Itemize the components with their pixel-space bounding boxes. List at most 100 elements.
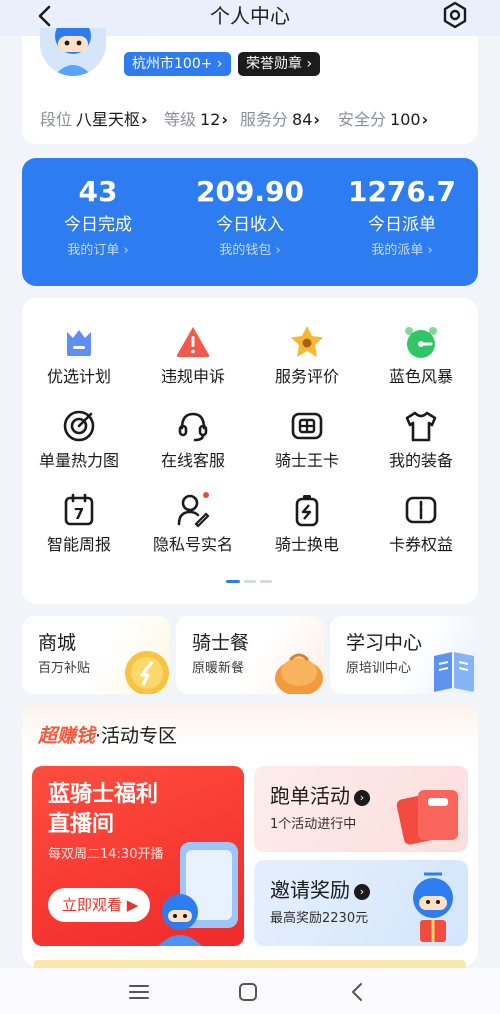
page-title: 个人中心 <box>210 4 290 28</box>
grid-item-violation-appeal[interactable]: 违规申诉 <box>136 324 250 404</box>
invite-reward-card[interactable]: 邀请奖励 › 最高奖励2230元 <box>254 860 468 946</box>
today-completed[interactable]: 43 今日完成 我的订单 › <box>22 158 174 260</box>
crown-icon <box>67 330 91 356</box>
chevron-right-icon: › <box>141 110 148 129</box>
grid-item-service-rating[interactable]: 服务评价 <box>250 324 364 404</box>
page-dot <box>244 580 256 583</box>
stat-rank[interactable]: 段位 八星天枢› <box>40 108 148 132</box>
grid-label: 优选计划 <box>46 367 111 386</box>
today-income[interactable]: 209.90 今日收入 我的钱包 › <box>174 158 326 260</box>
grid-item-weekly-report[interactable]: 7 智能周报 <box>22 492 136 572</box>
stat-key: 服务分 <box>240 110 289 129</box>
next-card-peek <box>34 960 466 968</box>
my-wallet-link[interactable]: 我的钱包 › <box>174 242 326 260</box>
promo-title: 学习中心 <box>346 632 423 654</box>
stat-key: 段位 <box>40 110 73 129</box>
promo-title: 商城 <box>38 632 77 654</box>
activity-title-highlight: 超赚钱 <box>38 725 96 747</box>
grid-item-battery-swap[interactable]: 骑士换电 <box>250 492 364 572</box>
grid-label: 蓝色风暴 <box>388 367 453 386</box>
live-title-line2: 直播间 <box>48 812 115 837</box>
avatar[interactable] <box>40 28 106 76</box>
chevron-right-circle-icon: › <box>354 790 370 806</box>
stat-key: 等级 <box>164 110 197 129</box>
chevron-right-icon: › <box>421 110 429 129</box>
today-summary-card: 43 今日完成 我的订单 › 209.90 今日收入 我的钱包 › 1276.7… <box>22 158 478 286</box>
profile-card: 杭州市100+ › 荣誉勋章 › 段位 八星天枢› 等级 12› 服务分 84› 安全… <box>22 28 478 144</box>
promo-knight-meal[interactable]: 骑士餐 原暖新餐 <box>176 616 324 694</box>
grid-label: 单量热力图 <box>38 451 119 470</box>
back-icon[interactable] <box>346 980 370 1004</box>
star-icon <box>291 326 323 357</box>
grid-label: 骑士王卡 <box>274 451 339 470</box>
city-rank-badge[interactable]: 杭州市100+ › <box>124 52 231 76</box>
promo-title: 骑士餐 <box>192 632 250 654</box>
target-icon <box>63 410 95 442</box>
today-label: 今日完成 <box>64 215 132 235</box>
grid-item-online-service[interactable]: 在线客服 <box>136 408 250 488</box>
today-label: 今日收入 <box>216 215 284 235</box>
honor-medal-badge[interactable]: 荣誉勋章 › <box>238 52 321 76</box>
meal-bun-icon <box>275 653 323 694</box>
function-grid: 优选计划 违规申诉 服务评价 蓝色风暴 单量热力图 在线客服 骑士王卡 我的装备… <box>22 298 478 604</box>
promo-subtitle: 百万补贴 <box>38 661 91 676</box>
grid-item-heatmap[interactable]: 单量热力图 <box>22 408 136 488</box>
run-activity-title-text: 跑单活动 <box>270 784 350 808</box>
system-nav-bar <box>0 968 500 1014</box>
today-label: 今日派单 <box>368 215 436 235</box>
grid-label: 服务评价 <box>274 367 339 386</box>
page-indicator <box>226 580 276 584</box>
stat-value: 100 <box>390 110 421 129</box>
stat-safety-score[interactable]: 安全分 100› <box>338 108 428 132</box>
invite-reward-title-text: 邀请奖励 <box>270 878 350 902</box>
live-title-line1: 蓝骑士福利 <box>48 782 159 807</box>
stat-value: 84 <box>292 110 313 129</box>
stat-key: 安全分 <box>338 110 387 129</box>
live-schedule: 每双周二14:30开播 <box>48 847 164 862</box>
grid-item-knight-card[interactable]: 骑士王卡 <box>250 408 364 488</box>
grid-label: 智能周报 <box>46 535 111 554</box>
red-envelope-icon <box>396 790 458 845</box>
chevron-right-icon: › <box>313 110 320 129</box>
grid-item-blue-storm[interactable]: 蓝色风暴 <box>364 324 478 404</box>
stat-value: 12 <box>200 110 221 129</box>
book-icon <box>434 652 474 692</box>
page-dot <box>260 580 272 583</box>
grid-label: 违规申诉 <box>160 367 225 386</box>
my-dispatch-link[interactable]: 我的派单 › <box>326 242 478 260</box>
recent-apps-icon[interactable] <box>127 980 151 1004</box>
stat-level[interactable]: 等级 12› <box>164 108 228 132</box>
grid-item-priority-plan[interactable]: 优选计划 <box>22 324 136 404</box>
calendar-day: 7 <box>74 505 84 523</box>
watch-now-button[interactable]: 立即观看 ▶ <box>48 888 150 922</box>
promo-learning-center[interactable]: 学习中心 原培训中心 <box>330 616 478 694</box>
activity-title-text: ·活动专区 <box>95 725 178 747</box>
mall-coin-icon <box>125 651 169 694</box>
rider-mascot-illustration <box>158 842 238 946</box>
shirt-icon <box>405 411 437 442</box>
promo-mall[interactable]: 商城 百万补贴 <box>22 616 170 694</box>
grid-item-privacy-verification[interactable]: 隐私号实名 <box>136 492 250 572</box>
settings-icon[interactable] <box>440 0 470 30</box>
today-number: 43 <box>78 175 118 208</box>
live-stream-card[interactable]: 蓝骑士福利 直播间 每双周二14:30开播 立即观看 ▶ <box>32 766 244 946</box>
stat-service-score[interactable]: 服务分 84› <box>240 108 320 132</box>
chevron-right-circle-icon: › <box>354 884 370 900</box>
grid-label: 我的装备 <box>388 451 453 470</box>
run-activity-subtitle: 1个活动进行中 <box>270 817 357 832</box>
today-dispatched[interactable]: 1276.7 今日派单 我的派单 › <box>326 158 478 260</box>
card-icon <box>291 412 323 440</box>
grid-item-my-equipment[interactable]: 我的装备 <box>364 408 478 488</box>
warning-icon <box>176 327 210 357</box>
battery-icon <box>295 495 319 527</box>
promo-subtitle: 原培训中心 <box>346 661 412 676</box>
grid-item-coupons[interactable]: 卡券权益 <box>364 492 478 572</box>
my-orders-link[interactable]: 我的订单 › <box>22 242 174 260</box>
grid-label: 骑士换电 <box>274 535 339 554</box>
alarm-clock-icon <box>405 327 437 358</box>
run-activity-card[interactable]: 跑单活动 › 1个活动进行中 <box>254 766 468 852</box>
chevron-right-icon: › <box>221 110 228 129</box>
page-dot-active <box>226 580 240 583</box>
home-icon[interactable] <box>236 980 260 1004</box>
invite-reward-subtitle: 最高奖励2230元 <box>270 911 369 926</box>
